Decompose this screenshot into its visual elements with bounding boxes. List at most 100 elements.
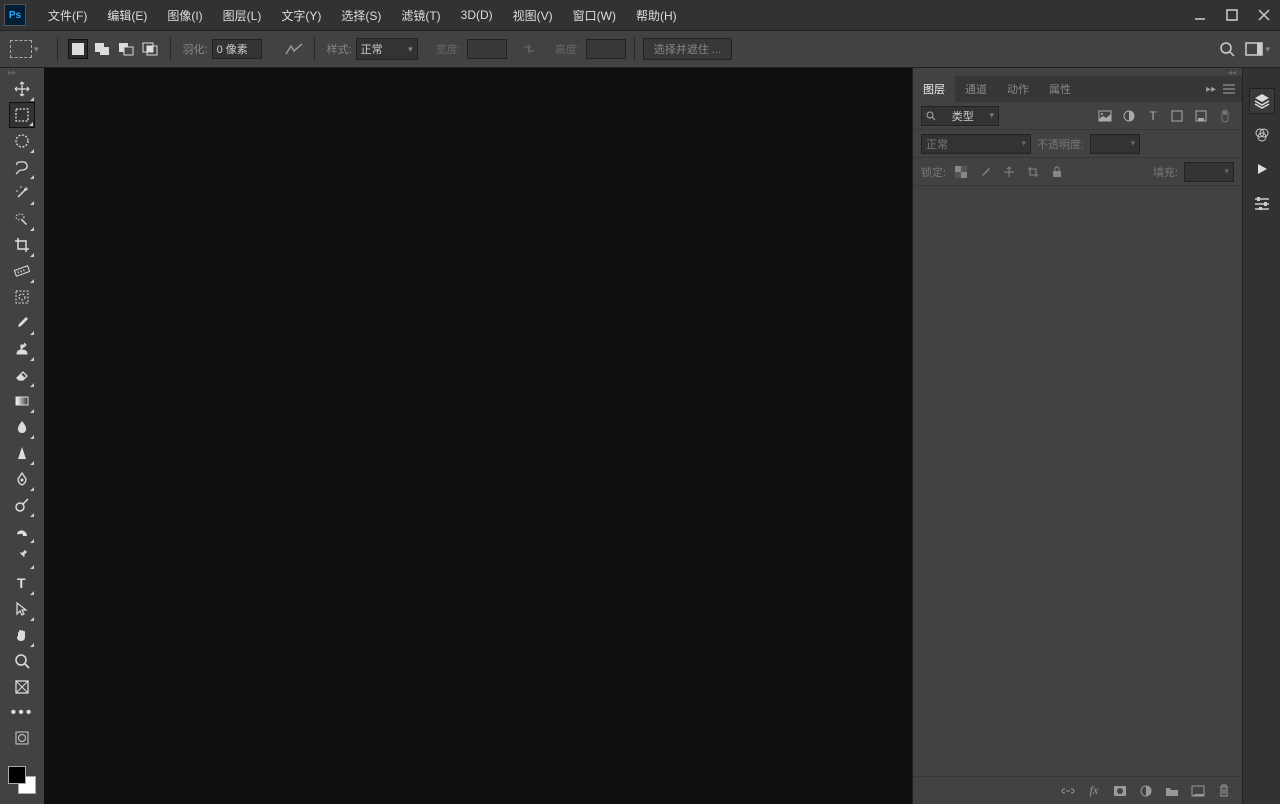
close-button[interactable]	[1248, 0, 1280, 30]
edit-toolbar-button[interactable]: •••	[9, 700, 35, 726]
fill-label: 填充:	[1153, 164, 1178, 180]
panel-menu-icon[interactable]	[1222, 83, 1236, 95]
frame-tool[interactable]	[9, 284, 35, 310]
style-select[interactable]: 正常▾	[356, 38, 418, 60]
link-layers-icon[interactable]	[1060, 783, 1076, 799]
tab-channels[interactable]: 通道	[955, 76, 997, 102]
artboard-tool[interactable]	[9, 674, 35, 700]
menu-help[interactable]: 帮助(H)	[626, 7, 687, 24]
gradient-tool[interactable]	[9, 388, 35, 414]
smudge-tool[interactable]	[9, 518, 35, 544]
panel-collapse-icon[interactable]: ▸▸	[1206, 84, 1216, 95]
filter-toggle-icon[interactable]	[1216, 107, 1234, 125]
options-bar: ▾ 羽化: 样式: 正常▾ 宽度: 高度: 选择并遮住 ... ▾	[0, 30, 1280, 68]
menu-3d[interactable]: 3D(D)	[451, 8, 503, 22]
blend-opacity-row: 正常▾ 不透明度: ▾	[913, 130, 1242, 158]
filter-shape-icon[interactable]	[1168, 107, 1186, 125]
filter-text-icon[interactable]: T	[1144, 107, 1162, 125]
menu-select[interactable]: 选择(S)	[331, 7, 391, 24]
lock-fill-row: 锁定: 填充: ▾	[913, 158, 1242, 186]
pen-tool[interactable]	[9, 466, 35, 492]
search-icon[interactable]	[1219, 41, 1235, 57]
filter-adjust-icon[interactable]	[1120, 107, 1138, 125]
tab-properties[interactable]: 属性	[1039, 76, 1081, 102]
add-selection-icon[interactable]	[92, 39, 112, 59]
lasso-tool[interactable]	[9, 154, 35, 180]
brush-tool[interactable]	[9, 310, 35, 336]
channels-panel-icon[interactable]	[1249, 122, 1275, 148]
quickmask-icon[interactable]	[14, 730, 30, 746]
clone-stamp-tool[interactable]	[9, 336, 35, 362]
blur-tool[interactable]	[9, 414, 35, 440]
menu-type[interactable]: 文字(Y)	[271, 7, 331, 24]
color-swatches[interactable]	[8, 766, 36, 794]
width-input	[467, 39, 507, 59]
new-selection-icon[interactable]	[68, 39, 88, 59]
divider	[57, 37, 58, 61]
adjustment-layer-icon[interactable]	[1138, 783, 1154, 799]
ruler-tool[interactable]	[9, 258, 35, 284]
eyedropper-tool[interactable]	[9, 544, 35, 570]
tab-layers[interactable]: 图层	[913, 76, 955, 102]
select-and-mask-button[interactable]: 选择并遮住 ...	[643, 38, 732, 60]
workspace-switcher-icon[interactable]: ▾	[1245, 42, 1270, 56]
eraser-tool[interactable]	[9, 362, 35, 388]
hand-tool[interactable]	[9, 622, 35, 648]
menu-filter[interactable]: 滤镜(T)	[391, 7, 450, 24]
panel-grip[interactable]: ◂◂	[913, 68, 1242, 76]
divider	[634, 37, 635, 61]
canvas-area[interactable]	[44, 68, 912, 804]
intersect-selection-icon[interactable]	[140, 39, 160, 59]
rectangular-marquee-tool[interactable]	[9, 102, 35, 128]
toolbar-grip[interactable]: ▸▸	[0, 68, 44, 76]
menu-window[interactable]: 窗口(W)	[563, 7, 626, 24]
delete-layer-icon[interactable]	[1216, 783, 1232, 799]
actions-panel-icon[interactable]	[1249, 156, 1275, 182]
lock-artboard-icon	[1024, 163, 1042, 181]
left-toolbar: ▸▸ T •••	[0, 68, 44, 804]
antialias-icon[interactable]	[284, 39, 304, 59]
lock-transparency-icon	[952, 163, 970, 181]
new-layer-icon[interactable]	[1190, 783, 1206, 799]
feather-label: 羽化:	[183, 41, 208, 57]
text-tool[interactable]: T	[9, 570, 35, 596]
layers-list[interactable]	[913, 186, 1242, 776]
filter-smart-icon[interactable]	[1192, 107, 1210, 125]
layer-style-icon[interactable]: fx	[1086, 783, 1102, 799]
tab-actions[interactable]: 动作	[997, 76, 1039, 102]
move-tool[interactable]	[9, 76, 35, 102]
magic-wand-tool[interactable]	[9, 180, 35, 206]
crop-tool[interactable]	[9, 232, 35, 258]
menu-layer[interactable]: 图层(L)	[213, 7, 272, 24]
filter-type-select[interactable]: 类型▾	[921, 106, 999, 126]
filter-image-icon[interactable]	[1096, 107, 1114, 125]
elliptical-marquee-tool[interactable]	[9, 128, 35, 154]
layer-mask-icon[interactable]	[1112, 783, 1128, 799]
style-label: 样式:	[327, 41, 352, 57]
new-group-icon[interactable]	[1164, 783, 1180, 799]
subtract-selection-icon[interactable]	[116, 39, 136, 59]
foreground-color-swatch[interactable]	[8, 766, 26, 784]
tool-preset-dropdown-icon[interactable]: ▾	[34, 44, 39, 55]
minimize-button[interactable]	[1184, 0, 1216, 30]
quick-selection-tool[interactable]	[9, 206, 35, 232]
feather-input[interactable]	[212, 39, 262, 59]
zoom-tool[interactable]	[9, 648, 35, 674]
divider	[314, 37, 315, 61]
menu-file[interactable]: 文件(F)	[38, 7, 97, 24]
sharpen-tool[interactable]	[9, 440, 35, 466]
opacity-input: ▾	[1090, 134, 1140, 154]
panel-tabs: 图层 通道 动作 属性 ▸▸	[913, 76, 1242, 102]
layers-panel-icon[interactable]	[1249, 88, 1275, 114]
menu-image[interactable]: 图像(I)	[157, 7, 212, 24]
menu-view[interactable]: 视图(V)	[503, 7, 563, 24]
properties-panel-icon[interactable]	[1249, 190, 1275, 216]
menu-edit[interactable]: 编辑(E)	[97, 7, 157, 24]
swap-wh-icon	[519, 39, 539, 59]
path-selection-tool[interactable]	[9, 596, 35, 622]
maximize-button[interactable]	[1216, 0, 1248, 30]
height-label: 高度:	[555, 41, 580, 57]
current-tool-icon[interactable]	[10, 40, 32, 58]
svg-text:T: T	[17, 575, 26, 591]
dodge-tool[interactable]	[9, 492, 35, 518]
